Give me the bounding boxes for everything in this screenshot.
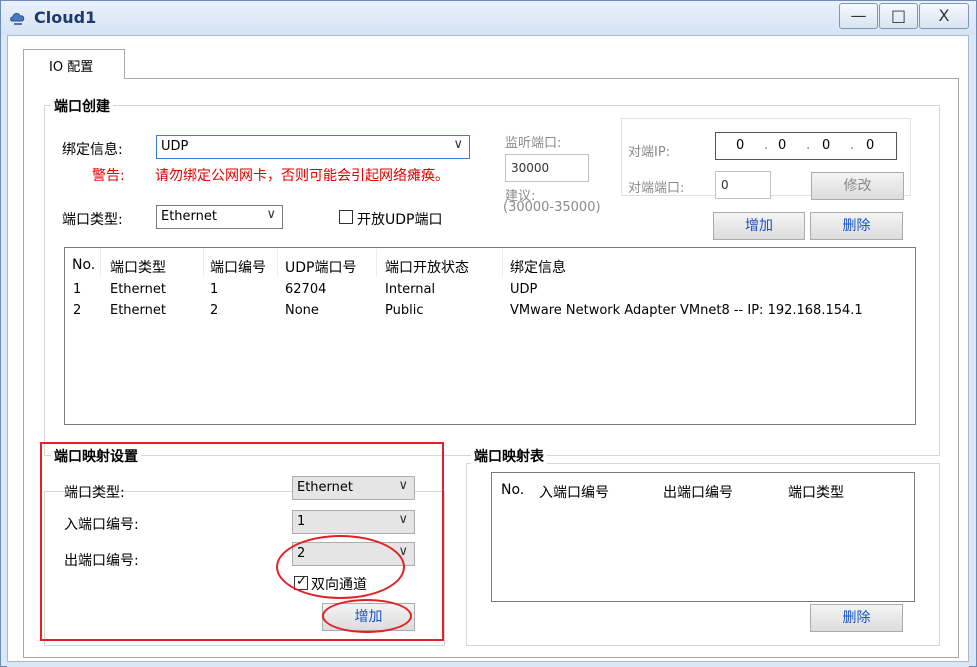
bind-info-value: UDP	[161, 139, 189, 154]
peer-ip-octet-4: 0	[866, 138, 875, 153]
bind-info-label: 绑定信息:	[62, 142, 123, 158]
cloud-app-icon	[10, 13, 25, 25]
maximize-icon: □	[890, 6, 907, 25]
mapping-table-header-out-port: 出端口编号	[663, 485, 733, 501]
annotation-ellipse-add-button	[322, 599, 412, 633]
delete-port-button[interactable]: 删除	[810, 212, 903, 240]
listen-port-value: 30000	[511, 161, 550, 175]
mapping-table: No. 入端口编号 出端口编号 端口类型	[491, 472, 915, 602]
open-udp-label: 开放UDP端口	[357, 212, 443, 228]
port-type-value: Ethernet	[161, 209, 217, 224]
port-table-header-number: 端口编号	[210, 260, 266, 276]
listen-port-label: 监听端口:	[505, 136, 562, 151]
cell-udp-port: None	[285, 303, 319, 318]
minimize-icon: —	[850, 6, 867, 25]
cell-bind-info: UDP	[510, 282, 538, 297]
port-table: No. 端口类型 端口编号 UDP端口号 端口开放状态 绑定信息 1 Ether…	[64, 247, 916, 425]
peer-port-label: 对端端口:	[628, 181, 685, 196]
port-table-header-bind-info: 绑定信息	[510, 260, 566, 276]
peer-ip-input[interactable]: 0 . 0 . 0 . 0	[715, 132, 897, 160]
chevron-down-icon: ∨	[266, 207, 276, 222]
close-icon: X	[938, 6, 950, 25]
cell-bind-info: VMware Network Adapter VMnet8 -- IP: 192…	[510, 303, 863, 318]
bind-info-select[interactable]: UDP ∨	[156, 135, 470, 159]
delete-mapping-button[interactable]: 删除	[810, 604, 903, 632]
annotation-ellipse-out-port	[276, 535, 405, 599]
cloud1-window: Cloud1 — □ X IO 配置 端口创建 绑定信息: UDP ∨ 警告: …	[0, 0, 977, 667]
column-divider	[100, 249, 101, 277]
ip-dot: .	[764, 138, 769, 153]
column-divider	[376, 249, 377, 277]
table-row[interactable]: 1 Ethernet 1 62704 Internal UDP	[65, 282, 915, 302]
peer-ip-octet-2: 0	[778, 138, 787, 153]
maximize-button[interactable]: □	[879, 3, 918, 29]
port-table-header-open-status: 端口开放状态	[385, 260, 469, 276]
port-table-header-udp-port: UDP端口号	[285, 260, 357, 276]
cell-udp-port: 62704	[285, 282, 327, 297]
open-udp-checkbox[interactable]	[339, 210, 353, 224]
peer-port-input[interactable]: 0	[715, 171, 771, 199]
client-area: IO 配置 端口创建 绑定信息: UDP ∨ 警告: 请勿绑定公网网卡，否则可能…	[7, 35, 969, 662]
table-row[interactable]: 2 Ethernet 2 None Public VMware Network …	[65, 303, 915, 323]
port-table-header-type: 端口类型	[110, 260, 166, 276]
peer-port-value: 0	[721, 178, 729, 192]
cell-open-status: Public	[385, 303, 424, 318]
column-divider	[277, 249, 278, 277]
ip-dot: .	[850, 138, 855, 153]
mapping-table-header-in-port: 入端口编号	[539, 485, 609, 501]
peer-ip-octet-3: 0	[822, 138, 831, 153]
add-port-button[interactable]: 增加	[713, 212, 805, 240]
tab-io-config-label: IO 配置	[49, 60, 94, 75]
listen-port-input[interactable]: 30000	[505, 154, 589, 182]
peer-ip-label: 对端IP:	[628, 145, 671, 160]
port-creation-title: 端口创建	[51, 96, 113, 116]
title-bar[interactable]: Cloud1 — □ X	[1, 1, 976, 35]
close-button[interactable]: X	[919, 3, 969, 29]
warning-text: 请勿绑定公网网卡，否则可能会引起网络瘫痪。	[155, 168, 449, 184]
mapping-table-header-no: No.	[501, 482, 525, 498]
cell-number: 2	[210, 303, 219, 318]
minimize-button[interactable]: —	[839, 3, 878, 29]
port-type-label: 端口类型:	[62, 212, 123, 228]
cell-type: Ethernet	[110, 303, 166, 318]
cell-open-status: Internal	[385, 282, 436, 297]
suggest-range: (30000-35000)	[503, 200, 601, 215]
cell-no: 1	[73, 282, 82, 297]
mapping-table-header-port-type: 端口类型	[788, 485, 844, 501]
window-bottom-border	[7, 662, 969, 667]
peer-ip-octet-1: 0	[736, 138, 745, 153]
port-type-select[interactable]: Ethernet ∨	[156, 205, 283, 229]
warning-label: 警告:	[92, 168, 125, 184]
modify-button[interactable]: 修改	[811, 172, 904, 200]
cell-number: 1	[210, 282, 219, 297]
port-mapping-table-title: 端口映射表	[471, 446, 547, 466]
chevron-down-icon: ∨	[453, 137, 463, 152]
window-title: Cloud1	[34, 8, 97, 27]
column-divider	[203, 249, 204, 277]
cell-type: Ethernet	[110, 282, 166, 297]
column-divider	[502, 249, 503, 277]
port-table-header-no: No.	[72, 257, 96, 273]
ip-dot: .	[806, 138, 811, 153]
cell-no: 2	[73, 303, 82, 318]
tab-io-config[interactable]: IO 配置	[23, 49, 125, 79]
